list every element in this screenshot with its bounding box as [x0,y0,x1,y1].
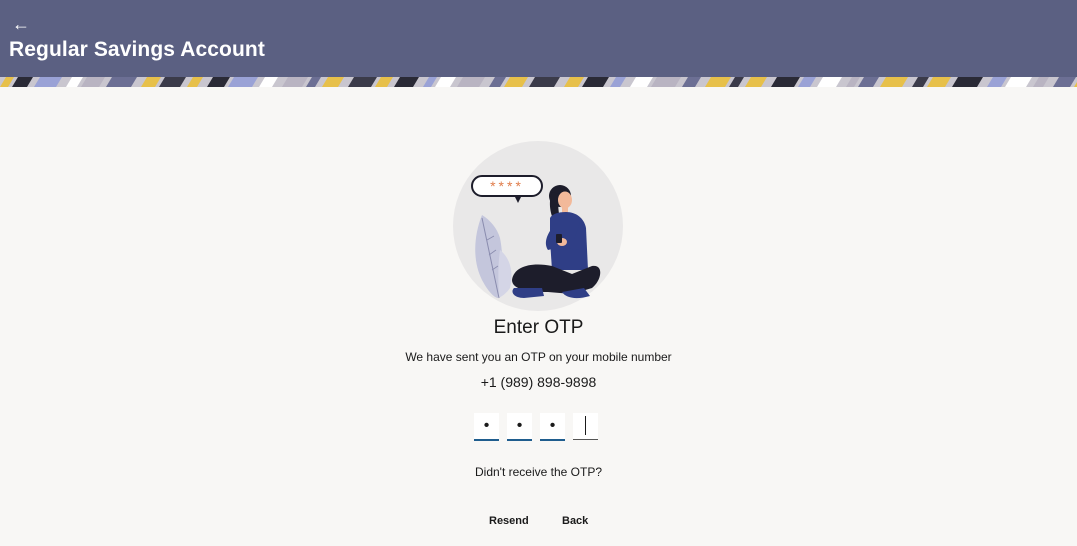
otp-digit-1[interactable]: • [474,413,499,441]
page-title: Regular Savings Account [9,38,265,61]
back-button[interactable]: Back [558,513,592,529]
otp-not-received-text: Didn't receive the OTP? [474,465,602,479]
otp-panel: **** Enter OTP We have sent you an OTP o… [0,87,1077,546]
otp-message: We have sent you an OTP on your mobile n… [405,350,672,364]
header-decorative-pattern [0,77,1077,87]
phone-number: +1 (989) 898-9898 [480,374,597,390]
svg-text:****: **** [490,178,524,194]
otp-digit-2[interactable]: • [507,413,532,441]
otp-digit-4[interactable] [573,413,598,440]
text-caret [585,416,586,435]
resend-button[interactable]: Resend [485,513,533,529]
otp-digit-3[interactable]: • [540,413,565,441]
app-header: ← Regular Savings Account [0,0,1077,87]
back-arrow-icon[interactable]: ← [12,12,32,36]
otp-title: Enter OTP [493,317,584,338]
person-with-phone-illustration: **** [453,141,623,311]
